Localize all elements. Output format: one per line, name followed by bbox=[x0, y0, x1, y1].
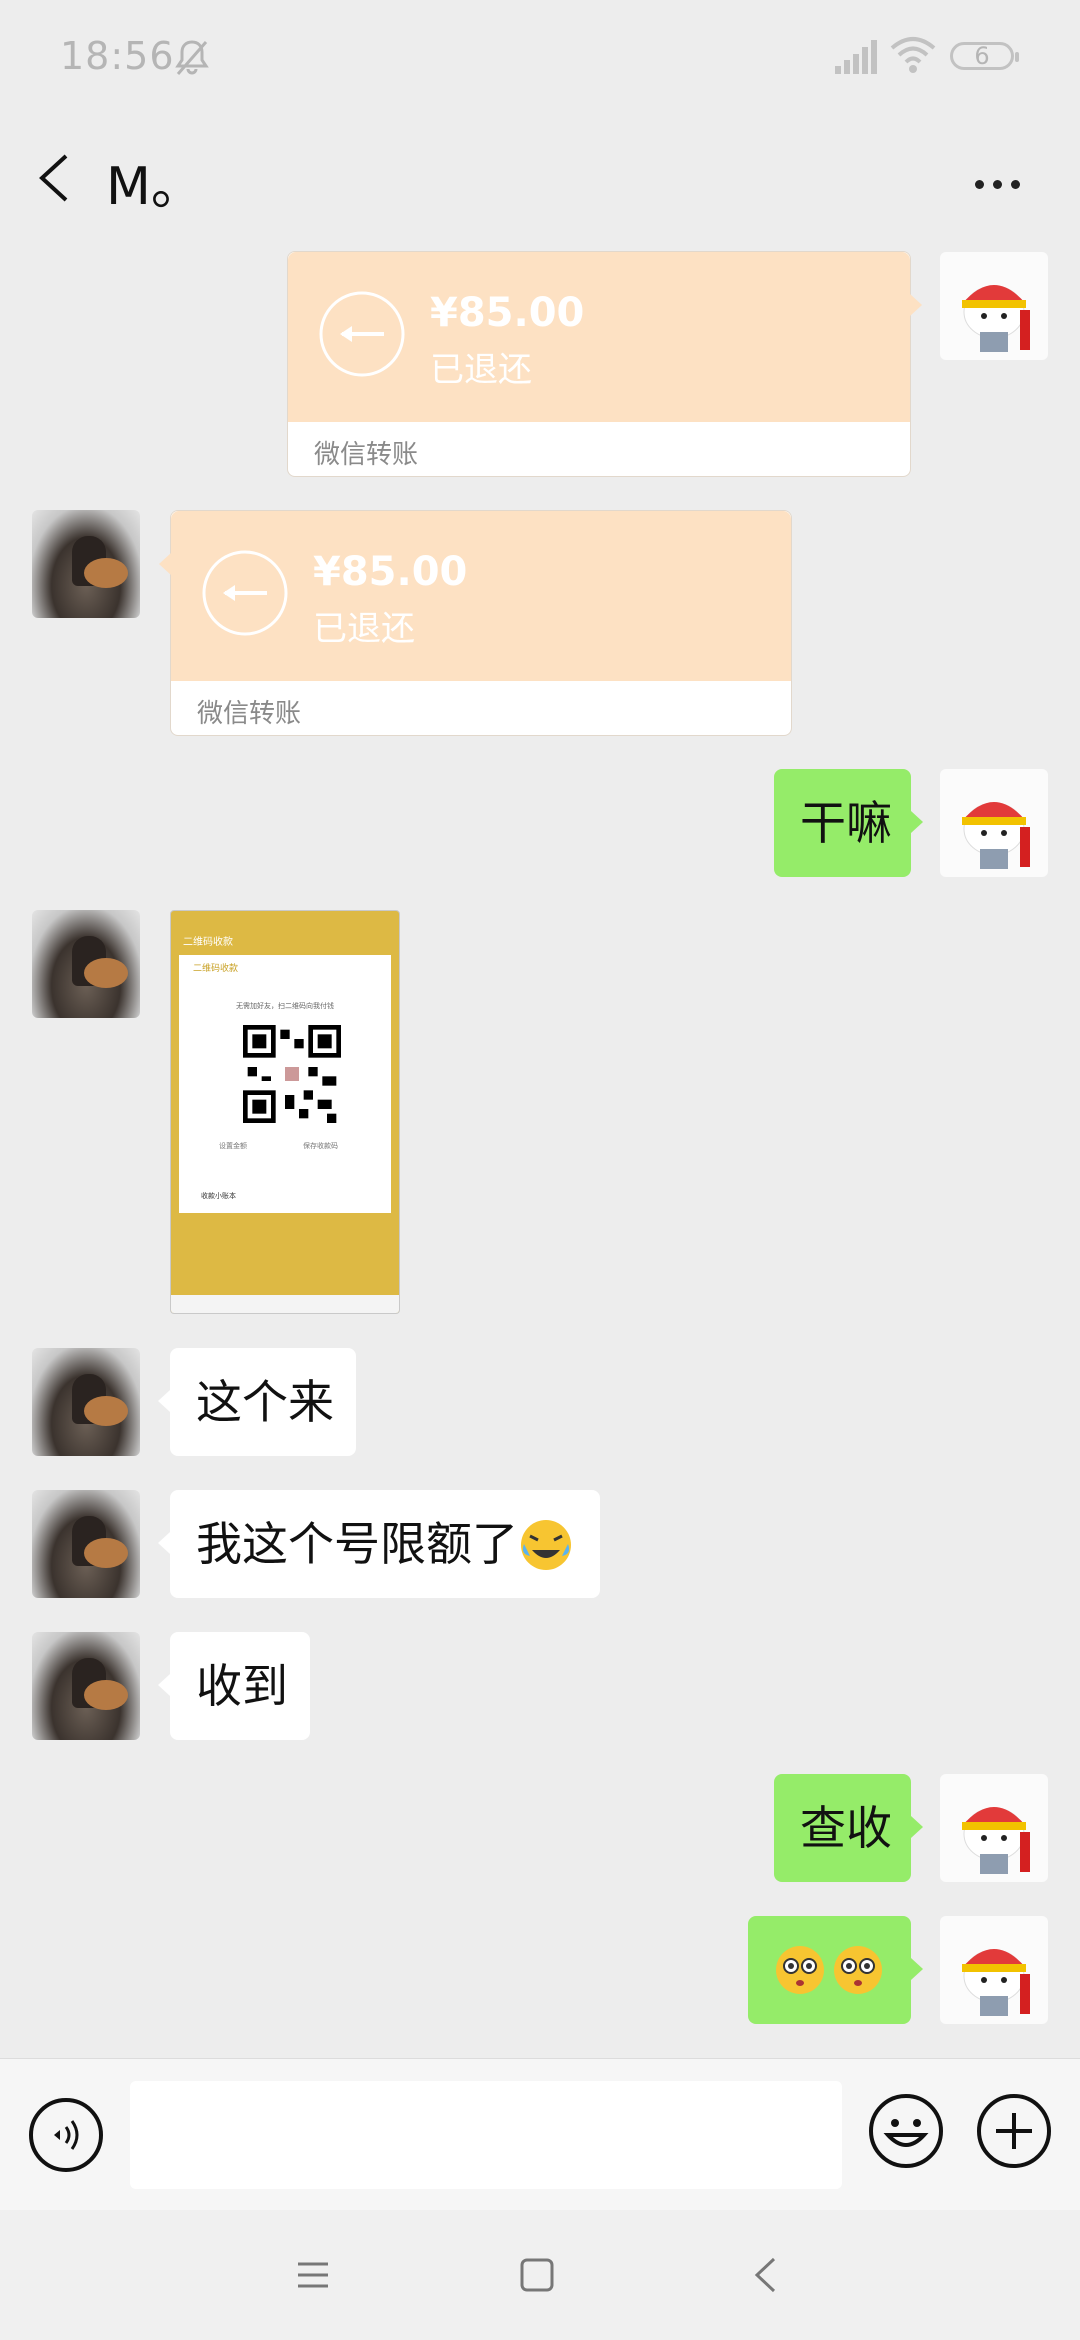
contact-avatar[interactable] bbox=[32, 1632, 140, 1740]
cartoon-avatar-icon bbox=[962, 802, 1030, 869]
cartoon-avatar-icon bbox=[962, 1807, 1030, 1874]
contact-avatar[interactable] bbox=[32, 1490, 140, 1598]
input-bar bbox=[0, 2058, 1080, 2211]
battery-indicator: 6 bbox=[950, 42, 1019, 70]
transfer-label: 微信转账 bbox=[197, 699, 302, 729]
message-text: 干嘛 bbox=[800, 796, 892, 850]
status-bar: 18:56 6 bbox=[0, 0, 1080, 116]
qr-card: 二维码收款 无需加好友，扫二维码向我付钱 设置金额 保存收款码 收款小账本 bbox=[179, 955, 391, 1213]
battery-level: 6 bbox=[974, 42, 990, 70]
emoji-icon[interactable] bbox=[868, 2093, 944, 2169]
save-code-link: 保存收款码 bbox=[303, 1142, 338, 1150]
back-icon[interactable] bbox=[752, 2256, 778, 2294]
transfer-amount: ¥85.00 bbox=[430, 290, 585, 336]
message-list[interactable]: ¥85.00 已退还 微信转账 ¥85.00 已退还 微信转账 干嘛 二维码收款… bbox=[0, 240, 1080, 2058]
qr-hint: 无需加好友，扫二维码向我付钱 bbox=[236, 1002, 334, 1010]
message-text: 查收 bbox=[800, 1801, 892, 1855]
message-text: 收到 bbox=[196, 1659, 288, 1713]
contact-avatar[interactable] bbox=[32, 510, 140, 618]
qr-screenshot-header: 二维码收款 bbox=[183, 937, 233, 948]
return-arrow-icon bbox=[319, 291, 405, 377]
transfer-label: 微信转账 bbox=[314, 440, 419, 470]
emoji-message-bubble[interactable] bbox=[748, 1916, 923, 2024]
set-amount-link: 设置金额 bbox=[219, 1142, 247, 1150]
my-avatar[interactable] bbox=[940, 1916, 1048, 2024]
more-dots-icon[interactable] bbox=[975, 174, 1029, 193]
screenshot-nav-bar bbox=[171, 1295, 399, 1313]
signal-icon bbox=[835, 40, 877, 74]
cartoon-avatar-icon bbox=[962, 285, 1030, 352]
contact-avatar[interactable] bbox=[32, 910, 140, 1018]
plus-icon[interactable] bbox=[976, 2093, 1052, 2169]
message-input[interactable] bbox=[130, 2081, 842, 2189]
my-avatar[interactable] bbox=[940, 769, 1048, 877]
chat-header: M。 bbox=[0, 116, 1080, 240]
message-text: 这个来 bbox=[196, 1375, 334, 1429]
message-bubble[interactable]: 查收 bbox=[774, 1774, 923, 1882]
transfer-amount: ¥85.00 bbox=[313, 549, 468, 595]
transfer-card[interactable]: ¥85.00 已退还 微信转账 bbox=[287, 251, 922, 477]
crying-laughing-emoji-icon bbox=[521, 1520, 571, 1570]
my-avatar[interactable] bbox=[940, 1774, 1048, 1882]
message-text: 我这个号限额了 bbox=[196, 1517, 518, 1571]
bell-off-icon bbox=[175, 40, 209, 75]
message-bubble[interactable]: 干嘛 bbox=[774, 769, 923, 877]
wifi-icon bbox=[890, 37, 936, 73]
image-message[interactable]: 二维码收款 二维码收款 无需加好友，扫二维码向我付钱 设置金额 保存收款码 收款… bbox=[170, 910, 400, 1314]
message-bubble[interactable]: 收到 bbox=[158, 1632, 310, 1740]
message-bubble[interactable]: 这个来 bbox=[158, 1348, 356, 1456]
system-nav-bar bbox=[0, 2210, 1080, 2340]
transfer-state: 已退还 bbox=[313, 609, 415, 649]
flushed-emoji-icon bbox=[834, 1946, 882, 1994]
cartoon-avatar-icon bbox=[962, 1949, 1030, 2016]
status-time: 18:56 bbox=[60, 34, 175, 78]
chat-title: M。 bbox=[106, 157, 203, 217]
contact-avatar[interactable] bbox=[32, 1348, 140, 1456]
return-arrow-icon bbox=[202, 550, 288, 636]
voice-icon[interactable] bbox=[28, 2097, 104, 2173]
my-avatar[interactable] bbox=[940, 252, 1048, 360]
message-bubble[interactable]: 我这个号限额了 bbox=[158, 1490, 600, 1598]
menu-icon[interactable] bbox=[296, 2260, 330, 2290]
qr-code-icon bbox=[243, 1025, 341, 1123]
transfer-state: 已退还 bbox=[430, 350, 532, 390]
ledger-link: 收款小账本 bbox=[201, 1192, 236, 1200]
flushed-emoji-icon bbox=[776, 1946, 824, 1994]
transfer-card[interactable]: ¥85.00 已退还 微信转账 bbox=[159, 510, 792, 736]
chevron-left-icon[interactable] bbox=[32, 150, 82, 206]
home-icon[interactable] bbox=[520, 2258, 554, 2292]
qr-card-title: 二维码收款 bbox=[193, 964, 239, 974]
